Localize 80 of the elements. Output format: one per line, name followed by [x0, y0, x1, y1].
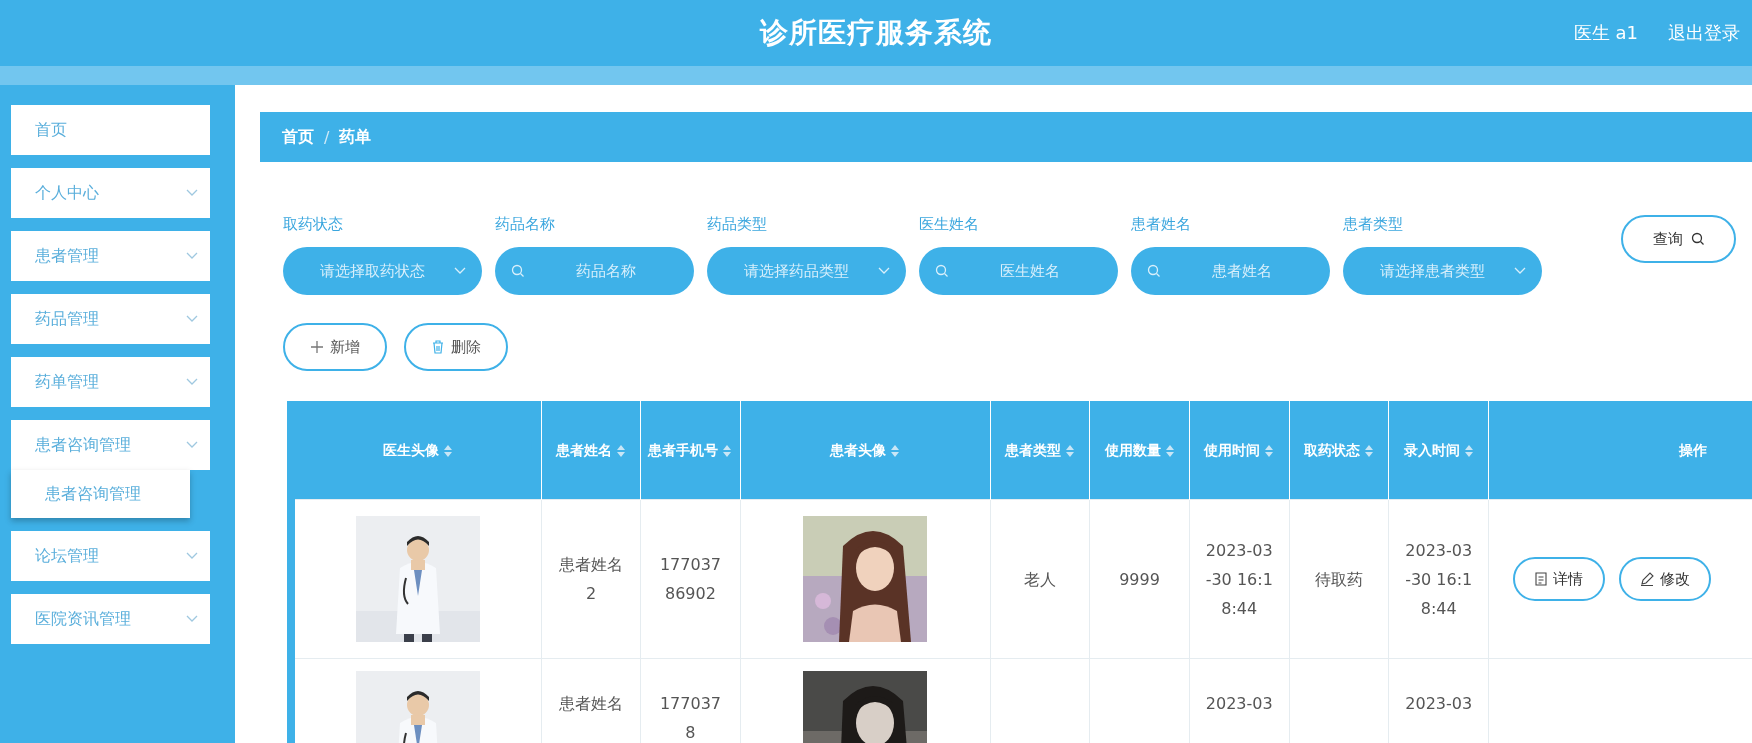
- detail-button[interactable]: 详情: [1513, 557, 1606, 601]
- column-header: 录入时间: [1403, 442, 1460, 458]
- sort-icon[interactable]: [722, 444, 733, 458]
- document-icon: [1535, 572, 1548, 586]
- sidebar-item[interactable]: 个人中心: [11, 168, 210, 218]
- user-name: 医生 a1: [1573, 21, 1638, 45]
- table-cell: 待取药: [1314, 569, 1363, 589]
- submenu-item[interactable]: 患者咨询管理: [11, 470, 190, 518]
- chevron-down-icon: [186, 378, 198, 386]
- search-icon: [1147, 264, 1161, 278]
- sidebar-item[interactable]: 患者管理: [11, 231, 210, 281]
- chevron-down-icon: [1514, 267, 1526, 275]
- sort-icon[interactable]: [1164, 444, 1175, 458]
- plus-icon: [310, 341, 323, 353]
- breadcrumb-link[interactable]: 药单: [339, 126, 372, 148]
- search-icon: [935, 264, 949, 278]
- filter-label: 药品类型: [707, 215, 768, 235]
- sidebar-item[interactable]: 论坛管理: [11, 531, 210, 581]
- table-cell: 1770378: [659, 694, 721, 742]
- column-header: 患者姓名: [556, 442, 613, 458]
- filter-label: 患者类型: [1343, 215, 1404, 235]
- filter-label: 药品名称: [495, 215, 556, 235]
- column-header: 使用时间: [1204, 442, 1261, 458]
- add-button[interactable]: 新增: [283, 323, 387, 371]
- column-header: 医生头像: [383, 442, 440, 458]
- table-cell: 2023-03-30 16:18:44: [1205, 540, 1273, 618]
- table-cell: 老人: [1024, 569, 1057, 589]
- search-field[interactable]: 医生姓名: [919, 247, 1118, 295]
- table-cell: 2023-03: [1205, 694, 1273, 713]
- chevron-down-icon: [186, 441, 198, 449]
- filter-label: 取药状态: [283, 215, 344, 235]
- column-header: 操作: [1678, 442, 1707, 458]
- chevron-down-icon: [186, 252, 198, 260]
- search-icon: [1690, 232, 1705, 246]
- chevron-down-icon: [454, 267, 466, 275]
- sort-icon[interactable]: [1363, 444, 1374, 458]
- filter-label: 医生姓名: [919, 215, 980, 235]
- chevron-down-icon: [186, 189, 198, 197]
- sort-icon[interactable]: [443, 444, 454, 458]
- sidebar-item[interactable]: 药品管理: [11, 294, 210, 344]
- table-cell: 17703786902: [659, 555, 721, 603]
- search-icon: [511, 264, 525, 278]
- column-header: 患者手机号: [648, 442, 719, 458]
- edit-button[interactable]: 修改: [1619, 557, 1712, 601]
- breadcrumb-separator: /: [324, 127, 330, 147]
- table-cell: 患者姓名2: [559, 555, 624, 603]
- sort-icon[interactable]: [890, 444, 901, 458]
- column-header: 取药状态: [1303, 442, 1360, 458]
- chevron-down-icon: [186, 552, 198, 560]
- table-cell: 2023-03-30 16:18:44: [1405, 540, 1473, 618]
- column-header: 使用数量: [1104, 442, 1161, 458]
- table-cell: 9999: [1119, 569, 1160, 589]
- pencil-icon: [1640, 572, 1655, 586]
- chevron-down-icon: [186, 315, 198, 323]
- select-field[interactable]: 请选择取药状态: [283, 247, 482, 295]
- sidebar-item[interactable]: 医院资讯管理: [11, 594, 210, 644]
- select-field[interactable]: 请选择药品类型: [707, 247, 906, 295]
- filter-label: 患者姓名: [1131, 215, 1192, 235]
- trash-icon: [431, 340, 444, 354]
- sort-icon[interactable]: [616, 444, 627, 458]
- sort-icon[interactable]: [1264, 444, 1275, 458]
- sidebar-item[interactable]: 首页: [11, 105, 210, 155]
- chevron-down-icon: [186, 615, 198, 623]
- sidebar-item[interactable]: 药单管理: [11, 357, 210, 407]
- sort-icon[interactable]: [1065, 444, 1076, 458]
- sidebar-item[interactable]: 患者咨询管理: [11, 420, 210, 470]
- search-field[interactable]: 患者姓名: [1131, 247, 1330, 295]
- select-field[interactable]: 请选择患者类型: [1343, 247, 1542, 295]
- app-title: 诊所医疗服务系统: [760, 15, 992, 51]
- delete-button[interactable]: 删除: [404, 323, 508, 371]
- chevron-down-icon: [878, 267, 890, 275]
- table-cell: 患者姓名: [559, 694, 624, 713]
- column-header: 患者头像: [830, 442, 887, 458]
- search-button[interactable]: 查询: [1621, 215, 1736, 263]
- column-header: 患者类型: [1005, 442, 1062, 458]
- search-field[interactable]: 药品名称: [495, 247, 694, 295]
- logout-link[interactable]: 退出登录: [1668, 21, 1740, 45]
- breadcrumb-link[interactable]: 首页: [282, 126, 314, 148]
- table-cell: 2023-03: [1405, 694, 1473, 713]
- sort-icon[interactable]: [1463, 444, 1474, 458]
